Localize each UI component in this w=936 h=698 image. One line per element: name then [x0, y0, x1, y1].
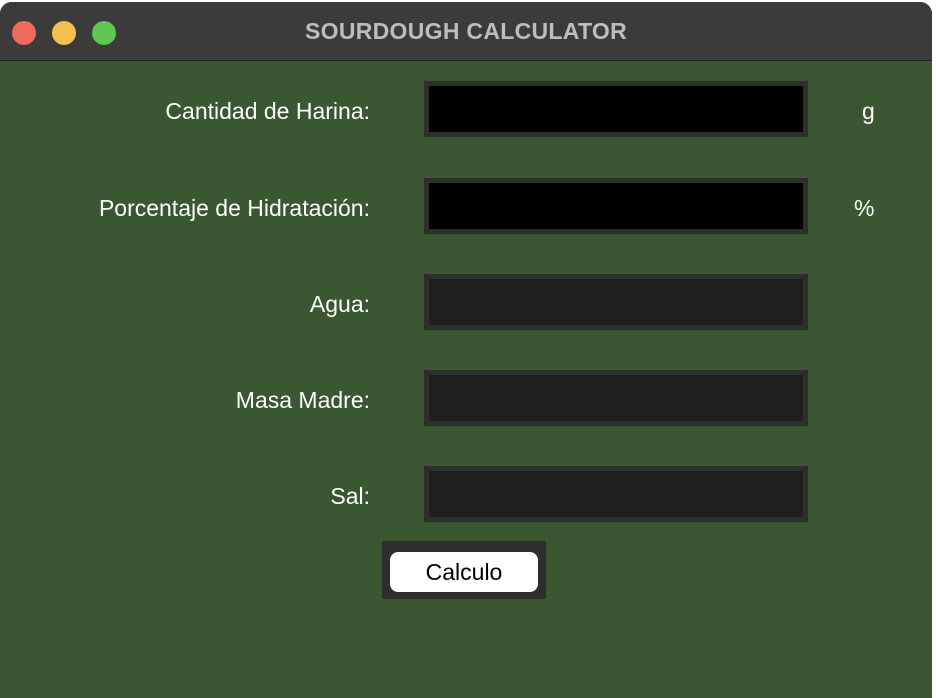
masa-madre-label: Masa Madre:	[235, 387, 370, 413]
calculate-button[interactable]: Calculo	[390, 552, 538, 592]
masa-madre-input[interactable]	[429, 375, 803, 421]
percent-unit-label: %	[854, 195, 875, 221]
window-title: SOURDOUGH CALCULATOR	[304, 18, 628, 44]
calculator-form: Cantidad de Harina: g Porcentaje de Hidr…	[0, 61, 932, 698]
agua-label: Agua:	[309, 291, 370, 317]
hidratacion-label: Porcentaje de Hidratación:	[98, 195, 370, 221]
app-window: SOURDOUGH CALCULATOR Cantidad de Harina:…	[0, 2, 932, 698]
harina-label: Cantidad de Harina:	[165, 98, 370, 124]
agua-field-frame	[424, 274, 808, 330]
harina-field-frame	[424, 81, 808, 137]
grams-unit-label: g	[862, 98, 875, 124]
harina-input[interactable]	[429, 86, 803, 132]
title-bar[interactable]: SOURDOUGH CALCULATOR	[0, 2, 932, 61]
sal-label: Sal:	[330, 483, 370, 509]
sal-field-frame	[424, 466, 808, 522]
hidratacion-input[interactable]	[429, 183, 803, 229]
hidratacion-field-frame	[424, 178, 808, 234]
calculate-button-frame: Calculo	[382, 541, 546, 599]
masa-madre-field-frame	[424, 370, 808, 426]
sal-input[interactable]	[429, 471, 803, 517]
agua-input[interactable]	[429, 279, 803, 325]
